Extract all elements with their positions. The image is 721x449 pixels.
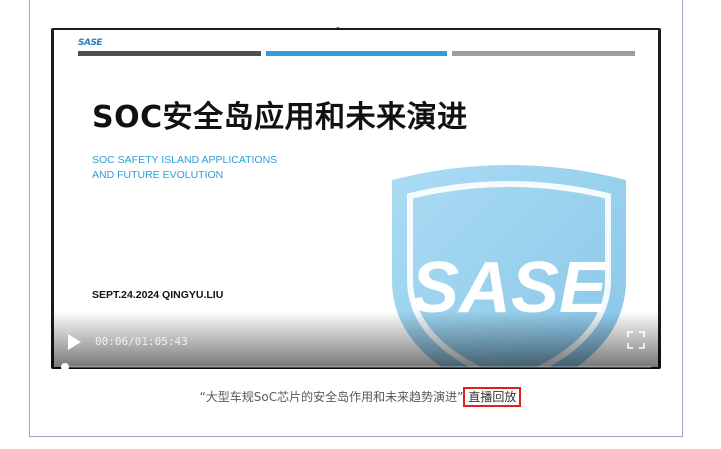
progress-track[interactable]: [61, 366, 651, 368]
progress-handle[interactable]: [61, 363, 69, 369]
video-caption: “大型车规SoC芯片的安全岛作用和未来趋势演进” 直播回放: [0, 387, 721, 407]
fullscreen-icon[interactable]: [627, 331, 645, 349]
slide-bar-blue: [266, 51, 447, 56]
slide-subtitle-line2: AND FUTURE EVOLUTION: [92, 169, 224, 181]
slide-date-author: SEPT.24.2024 QINGYU.LIU: [92, 289, 224, 301]
slide-subtitle: SOC SAFETY ISLAND APPLICATIONS AND FUTUR…: [92, 153, 277, 183]
player-controls: 00:06/01:05:43: [51, 311, 661, 369]
slide-logo: SASE: [78, 38, 103, 48]
slide-subtitle-line1: SOC SAFETY ISLAND APPLICATIONS: [92, 154, 278, 166]
replay-highlight: 直播回放: [463, 387, 522, 407]
time-display: 00:06/01:05:43: [95, 335, 188, 348]
video-player[interactable]: SASE SASE SOC安全岛应用和未来演进 SOC SAFETY ISLAN…: [51, 28, 661, 369]
slide-bar-dark: [78, 51, 261, 56]
slide-bar-gray: [452, 51, 635, 56]
caption-quote: “大型车规SoC芯片的安全岛作用和未来趋势演进”: [199, 390, 464, 404]
slide-title: SOC安全岛应用和未来演进: [92, 100, 468, 135]
play-icon[interactable]: [65, 333, 83, 351]
